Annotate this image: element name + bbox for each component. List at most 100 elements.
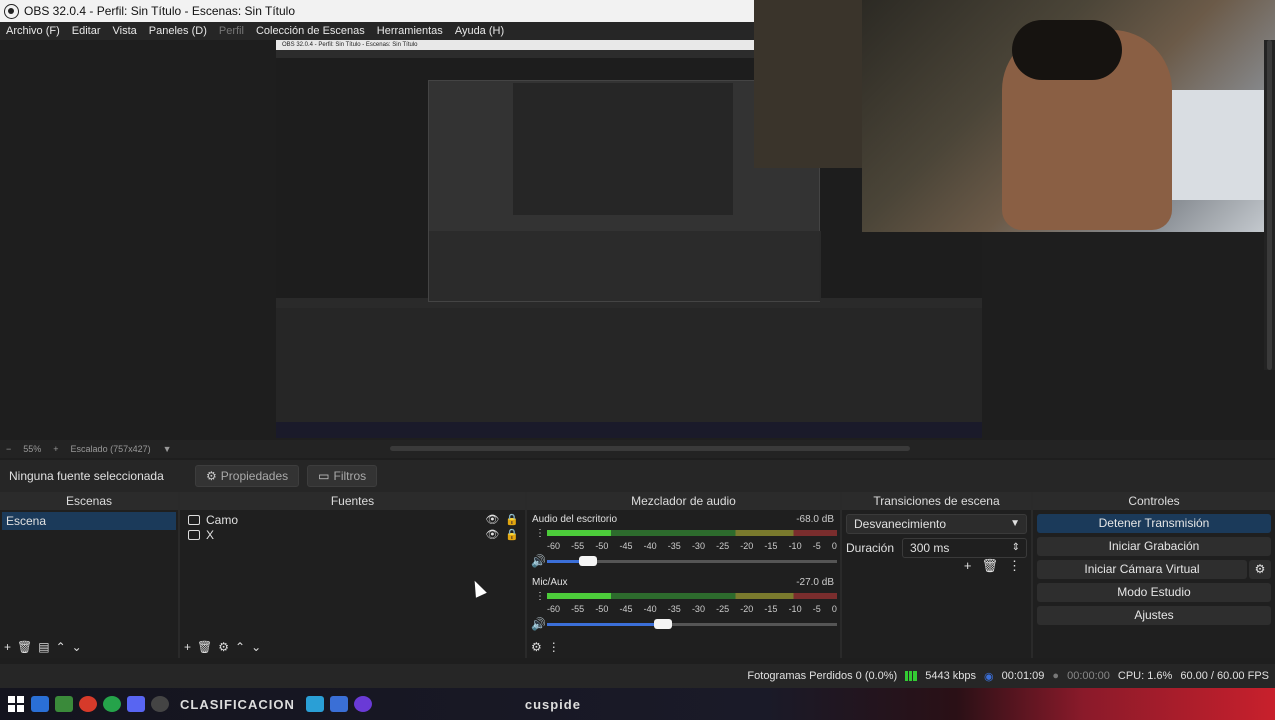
app-icon[interactable] — [329, 696, 348, 712]
window-title: OBS 32.0.4 - Perfil: Sin Título - Escena… — [24, 4, 296, 18]
mixer-channel-desktop: Audio del escritorio -68.0 dB ⋮ -60 -55 -5… — [527, 512, 840, 572]
gear-icon[interactable]: ⚙ — [218, 640, 229, 654]
tick-label: -40 — [643, 604, 657, 614]
chevron-down-icon[interactable]: ▼ — [163, 444, 172, 454]
volume-knob[interactable] — [578, 556, 597, 566]
tick-label: 0 — [831, 541, 837, 551]
menu-herramientas[interactable]: Herramientas — [371, 25, 449, 37]
lock-icon[interactable]: 🔒 — [505, 513, 519, 526]
preview-vertical-scrollbar[interactable] — [1264, 40, 1275, 370]
tick-label: -5 — [812, 604, 821, 614]
trash-icon[interactable]: 🗑 — [197, 640, 212, 654]
zoom-out-button[interactable]: − — [6, 444, 11, 454]
obs-taskbar-icon[interactable] — [151, 696, 169, 712]
menu-paneles[interactable]: Paneles (D) — [143, 25, 213, 37]
channel-db: -27.0 dB — [796, 577, 834, 588]
channel-name: Audio del escritorio — [532, 514, 618, 525]
tick-label: -50 — [595, 541, 609, 551]
filter-icon[interactable]: ▤ — [38, 640, 49, 654]
chevron-up-icon[interactable]: ⌃ — [56, 640, 66, 654]
bitrate: 5443 kbps — [925, 670, 976, 682]
properties-button[interactable]: ⚙ Propiedades — [195, 465, 300, 487]
properties-label: Propiedades — [220, 469, 289, 483]
record-time: 00:00:00 — [1067, 670, 1110, 682]
duration-input[interactable]: 300 ms ⇕ — [902, 538, 1027, 558]
more-icon[interactable]: ⋮ — [535, 528, 545, 539]
app-icon[interactable] — [305, 696, 324, 712]
tick-label: -40 — [643, 541, 657, 551]
add-icon[interactable]: + — [4, 640, 11, 654]
more-icon[interactable]: ⋮ — [1008, 558, 1021, 574]
chevron-down-icon[interactable]: ⌄ — [72, 640, 82, 654]
tick-label: -35 — [667, 604, 681, 614]
more-icon[interactable]: ⋮ — [535, 591, 545, 602]
more-icon[interactable]: ⋮ — [548, 640, 560, 654]
menu-coleccion-escenas[interactable]: Colección de Escenas — [250, 25, 371, 37]
menu-editar[interactable]: Editar — [66, 25, 107, 37]
tick-label: -15 — [764, 604, 778, 614]
add-icon[interactable]: + — [184, 640, 191, 654]
chrome-icon[interactable] — [79, 696, 97, 712]
windows-taskbar: CLASIFICACION cuspide — [0, 688, 1275, 720]
menu-perfil[interactable]: Perfil — [213, 25, 250, 37]
tick-label: -25 — [716, 604, 730, 614]
audio-mixer-dock: Mezclador de audio Audio del escritorio … — [527, 492, 842, 658]
start-virtual-camera-button[interactable]: Iniciar Cámara Virtual — [1037, 560, 1247, 579]
menu-archivo[interactable]: Archivo (F) — [0, 25, 66, 37]
meter-fill — [547, 530, 611, 536]
zoom-in-button[interactable]: + — [53, 444, 58, 454]
mixer-channel-mic: Mic/Aux -27.0 dB ⋮ -60 -55 -50 -45 -40 -35 -30… — [527, 575, 840, 635]
eye-icon[interactable]: 👁 — [485, 528, 499, 541]
source-item[interactable]: Camo 👁 🔒 — [180, 512, 525, 527]
menu-vista[interactable]: Vista — [107, 25, 143, 37]
discord-icon[interactable] — [127, 696, 145, 712]
tick-label: -15 — [764, 541, 778, 551]
add-icon[interactable]: + — [964, 558, 972, 574]
hair-image — [1012, 20, 1122, 80]
stream-time: 00:01:09 — [1001, 670, 1045, 682]
transition-select[interactable]: Desvanecimiento ▼ — [846, 514, 1027, 534]
preview-horizontal-scrollbar[interactable] — [390, 446, 910, 451]
volume-slider[interactable] — [547, 556, 837, 566]
windows-start-icon[interactable] — [8, 696, 24, 712]
app-icon[interactable] — [55, 696, 73, 712]
transition-value: Desvanecimiento — [854, 517, 947, 531]
gear-icon: ⚙ — [206, 469, 217, 483]
eye-icon[interactable]: 👁 — [485, 513, 499, 526]
stop-streaming-button[interactable]: Detener Transmisión — [1037, 514, 1271, 533]
stepper-icon[interactable]: ⇕ — [1012, 539, 1020, 557]
meter-ticks: -60 -55 -50 -45 -40 -35 -30 -25 -20 -15 -10 -5 0 — [547, 604, 837, 614]
volume-knob[interactable] — [654, 619, 672, 629]
menu-ayuda[interactable]: Ayuda (H) — [449, 25, 510, 37]
lock-icon[interactable]: 🔒 — [505, 528, 519, 541]
tick-label: -35 — [667, 541, 681, 551]
trash-icon[interactable]: 🗑 — [17, 640, 32, 654]
scenes-toolbar: + 🗑 ▤ ⌃ ⌄ — [0, 636, 178, 658]
transitions-dock: Transiciones de escena Desvanecimiento ▼ … — [842, 492, 1033, 658]
gear-icon[interactable]: ⚙ — [1249, 560, 1271, 579]
studio-mode-button[interactable]: Modo Estudio — [1037, 583, 1271, 602]
channel-db: -68.0 dB — [796, 514, 834, 525]
start-recording-button[interactable]: Iniciar Grabación — [1037, 537, 1271, 556]
chevron-up-icon[interactable]: ⌃ — [235, 640, 245, 654]
chevron-down-icon[interactable]: ⌄ — [251, 640, 261, 654]
volume-slider[interactable] — [547, 619, 837, 629]
duration-value: 300 ms — [910, 541, 950, 555]
docks-area: Escenas Escena + 🗑 ▤ ⌃ ⌄ Fuentes Camo 👁 🔒… — [0, 492, 1275, 660]
obs-logo-icon — [4, 3, 19, 19]
tick-label: -30 — [691, 541, 705, 551]
tick-label: -55 — [571, 541, 585, 551]
trash-icon[interactable]: 🗑 — [981, 558, 998, 574]
source-item[interactable]: X 👁 🔒 — [180, 527, 525, 542]
speaker-icon[interactable]: 🔊 — [531, 554, 546, 568]
file-explorer-icon[interactable] — [31, 696, 49, 712]
app-icon[interactable] — [353, 696, 372, 712]
scene-item[interactable]: Escena — [2, 512, 176, 530]
speaker-icon[interactable]: 🔊 — [531, 617, 546, 631]
gear-icon[interactable]: ⚙ — [531, 640, 542, 654]
whatsapp-icon[interactable] — [103, 696, 121, 712]
scroll-thumb[interactable] — [1267, 40, 1272, 370]
transition-tools: + 🗑 ⋮ — [964, 558, 1021, 574]
settings-button[interactable]: Ajustes — [1037, 606, 1271, 625]
filters-button[interactable]: ▭ Filtros — [307, 465, 378, 487]
